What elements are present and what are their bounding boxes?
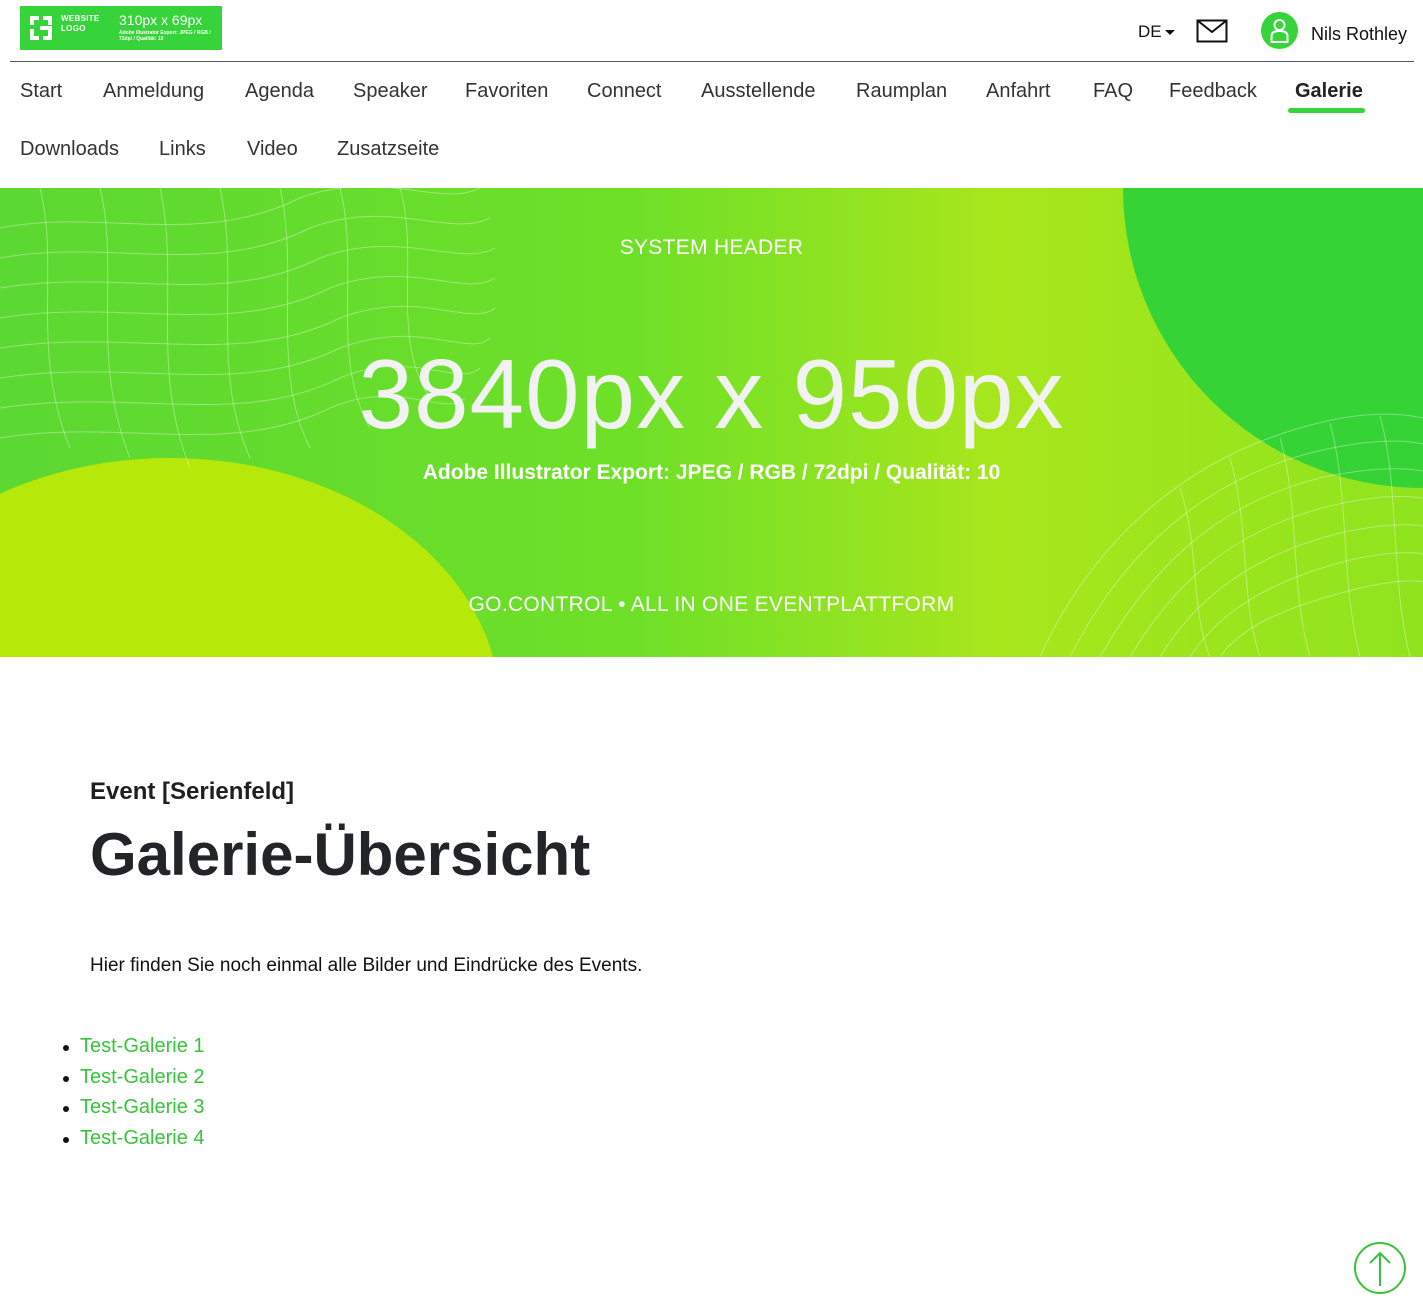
nav-item-start[interactable]: Start xyxy=(20,80,62,103)
mail-icon[interactable] xyxy=(1196,19,1228,43)
nav-item-video[interactable]: Video xyxy=(247,138,298,161)
nav-item-agenda[interactable]: Agenda xyxy=(245,80,314,103)
user-icon xyxy=(1270,19,1289,43)
nav-item-faq[interactable]: FAQ xyxy=(1093,80,1133,103)
page-title: Galerie-Übersicht xyxy=(90,821,591,888)
nav-item-anfahrt[interactable]: Anfahrt xyxy=(986,80,1050,103)
hero-bottom-text: GO.CONTROL • ALL IN ONE EVENTPLATTFORM xyxy=(468,593,955,616)
nav-item-raumplan[interactable]: Raumplan xyxy=(856,80,947,103)
website-logo[interactable]: WEBSITE LOGO 310px x 69px Adobe Illustra… xyxy=(20,6,222,50)
hero-size-text: 3840px x 950px xyxy=(358,339,1065,449)
nav-item-ausstellende[interactable]: Ausstellende xyxy=(701,80,816,103)
logo-icon xyxy=(30,16,52,40)
user-name[interactable]: Nils Rothley xyxy=(1311,24,1407,45)
gallery-link-2[interactable]: Test-Galerie 2 xyxy=(60,1066,205,1097)
hero-meta-text: Adobe Illustrator Export: JPEG / RGB / 7… xyxy=(422,461,1001,484)
hero-top-text: SYSTEM HEADER xyxy=(619,236,804,259)
intro-text: Hier finden Sie noch einmal alle Bilder … xyxy=(90,955,643,976)
nav-item-downloads[interactable]: Downloads xyxy=(20,138,119,161)
gallery-link-4[interactable]: Test-Galerie 4 xyxy=(60,1127,205,1158)
nav-item-galerie[interactable]: Galerie xyxy=(1295,80,1363,103)
nav-item-feedback[interactable]: Feedback xyxy=(1169,80,1257,103)
language-switcher[interactable]: DE xyxy=(1138,22,1175,42)
logo-meta-text: Adobe Illustrator Export: JPEG / RGB / 7… xyxy=(119,30,211,42)
top-bar: WEBSITE LOGO 310px x 69px Adobe Illustra… xyxy=(0,0,1423,62)
hero-banner: SYSTEM HEADER 3840px x 950px Adobe Illus… xyxy=(0,188,1423,657)
scroll-to-top-button[interactable] xyxy=(1354,1242,1406,1294)
main-navigation: Start Anmeldung Agenda Speaker Favoriten… xyxy=(0,62,1423,188)
logo-size-text: 310px x 69px xyxy=(119,12,203,28)
caret-down-icon xyxy=(1164,29,1175,35)
active-nav-indicator xyxy=(1288,108,1365,113)
event-eyebrow: Event [Serienfeld] xyxy=(90,778,295,805)
nav-item-connect[interactable]: Connect xyxy=(587,80,662,103)
nav-item-favoriten[interactable]: Favoriten xyxy=(465,80,548,103)
gallery-list: Test-Galerie 1 Test-Galerie 2 Test-Galer… xyxy=(60,1035,205,1157)
nav-item-speaker[interactable]: Speaker xyxy=(353,80,428,103)
avatar[interactable] xyxy=(1261,12,1298,49)
nav-item-anmeldung[interactable]: Anmeldung xyxy=(103,80,204,103)
nav-item-zusatzseite[interactable]: Zusatzseite xyxy=(337,138,439,161)
logo-label: WEBSITE LOGO xyxy=(61,14,100,33)
language-label: DE xyxy=(1138,22,1162,41)
nav-item-links[interactable]: Links xyxy=(159,138,206,161)
gallery-link-1[interactable]: Test-Galerie 1 xyxy=(60,1035,205,1066)
arrow-up-icon xyxy=(1369,1251,1391,1286)
gallery-link-3[interactable]: Test-Galerie 3 xyxy=(60,1096,205,1127)
